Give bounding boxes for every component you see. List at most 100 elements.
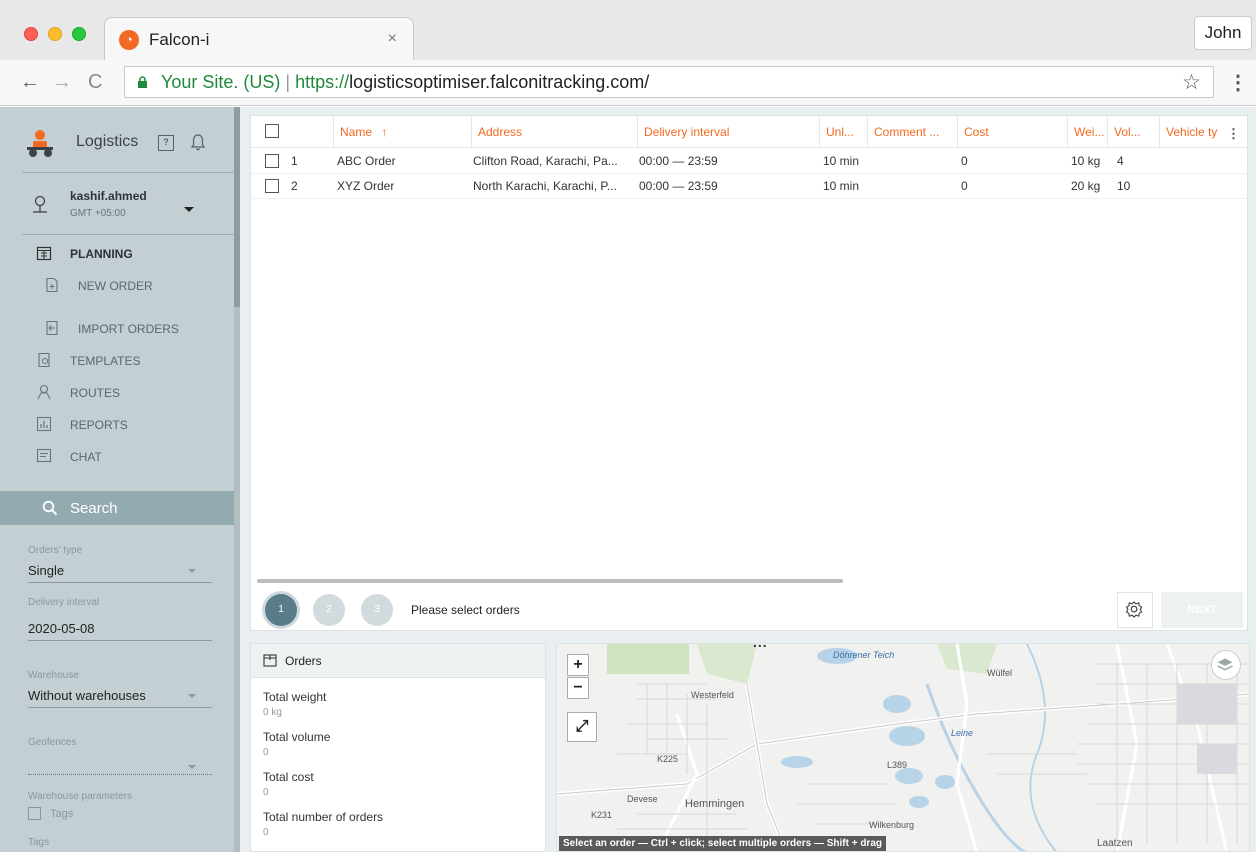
- zoom-out-button[interactable]: −: [567, 677, 589, 699]
- layers-icon: [1217, 658, 1233, 671]
- window-close-button[interactable]: [24, 27, 38, 41]
- row-checkbox[interactable]: [265, 154, 279, 168]
- order-weight: 10 kg: [1071, 154, 1101, 168]
- map-label: K231: [591, 810, 613, 820]
- order-address: North Karachi, Karachi, P...: [473, 179, 617, 193]
- column-header-weight[interactable]: Wei...: [1067, 116, 1107, 148]
- bookmark-star-icon[interactable]: ☆: [1182, 70, 1201, 95]
- column-header-delivery-interval[interactable]: Delivery interval: [637, 116, 819, 148]
- filter-label: Warehouse parameters: [28, 791, 133, 802]
- sidebar-item-label: CHAT: [70, 450, 102, 464]
- tab-close-icon[interactable]: ×: [388, 30, 397, 48]
- table-row[interactable]: 1 ABC Order Clifton Road, Karachi, Pa...…: [251, 149, 1247, 174]
- help-icon[interactable]: ?: [158, 135, 174, 151]
- table-horizontal-scrollbar[interactable]: [257, 579, 843, 583]
- map-layers-button[interactable]: [1211, 650, 1241, 680]
- map-resize-handle[interactable]: ...: [753, 644, 768, 650]
- map-label: L389: [887, 760, 908, 770]
- column-menu-icon[interactable]: ⋮: [1227, 126, 1240, 142]
- chevron-down-icon: [188, 765, 196, 769]
- table-row[interactable]: 2 XYZ Order North Karachi, Karachi, P...…: [251, 174, 1247, 199]
- column-header-name[interactable]: Name ↑: [333, 116, 471, 148]
- bell-icon[interactable]: [189, 133, 207, 151]
- zoom-in-button[interactable]: +: [567, 654, 589, 676]
- map-label: Laatzen: [1097, 838, 1133, 849]
- filter-value: 2020-05-08: [28, 621, 95, 636]
- map-label: Leine: [951, 728, 974, 738]
- order-volume: 4: [1117, 154, 1124, 168]
- search-label: Search: [70, 500, 118, 517]
- order-unload: 10 min: [823, 154, 860, 168]
- fullscreen-button[interactable]: ⤢: [567, 712, 597, 742]
- orders-summary-header: Orders: [251, 644, 545, 678]
- search-icon: [42, 500, 58, 516]
- chevron-down-icon: [188, 694, 196, 698]
- gear-icon: [1125, 601, 1143, 618]
- map-label: Döhrener Teich: [833, 650, 895, 660]
- browser-tab[interactable]: ◔ Falcon-i ×: [104, 17, 414, 60]
- sort-arrow-icon: ↑: [381, 125, 388, 139]
- warehouse-select[interactable]: Without warehouses: [28, 686, 212, 708]
- url-text: Your Site. (US) | https://logisticsoptim…: [161, 72, 649, 93]
- column-header-volume[interactable]: Vol...: [1107, 116, 1159, 148]
- column-header-cost[interactable]: Cost: [957, 116, 1067, 148]
- orders-type-filter[interactable]: Orders' type Single: [28, 545, 212, 583]
- column-header-unload[interactable]: Unl...: [819, 116, 867, 148]
- step-2-button[interactable]: 2: [313, 594, 345, 626]
- step-message: Please select orders: [411, 603, 520, 617]
- row-checkbox[interactable]: [265, 179, 279, 193]
- warehouse-filter[interactable]: Warehouse Without warehouses: [28, 670, 212, 708]
- tags-checkbox[interactable]: [28, 807, 41, 820]
- next-button[interactable]: NEXT: [1161, 592, 1243, 628]
- order-interval: 00:00 — 23:59: [639, 179, 718, 193]
- profile-button[interactable]: John: [1194, 16, 1252, 50]
- tags-checkbox-row[interactable]: Tags: [28, 807, 212, 825]
- sidebar-item-label: REPORTS: [70, 418, 128, 432]
- stat-label: Total cost: [263, 770, 314, 784]
- select-all-checkbox[interactable]: [265, 124, 279, 138]
- geofences-filter[interactable]: Geofences: [28, 737, 212, 775]
- delivery-date-field[interactable]: 2020-05-08: [28, 619, 212, 641]
- url-protocol: https://: [295, 72, 350, 92]
- map[interactable]: ... + − ⤢ Döhrener Teich Wülfel Westerfe…: [556, 643, 1250, 852]
- order-unload: 10 min: [823, 179, 860, 193]
- settings-button[interactable]: [1117, 592, 1153, 628]
- column-header-vehicle-type[interactable]: Vehicle ty: [1159, 116, 1221, 148]
- map-label: K225: [657, 754, 679, 764]
- url-input[interactable]: Your Site. (US) | https://logisticsoptim…: [124, 66, 1214, 98]
- column-header-address[interactable]: Address: [471, 116, 637, 148]
- filter-label: Orders' type: [28, 545, 83, 556]
- step-1-button[interactable]: 1: [265, 594, 297, 626]
- search-button[interactable]: Search: [0, 491, 234, 525]
- url-separator: |: [285, 72, 291, 92]
- secure-site-label: Your Site. (US): [161, 72, 281, 92]
- order-address: Clifton Road, Karachi, Pa...: [473, 154, 618, 168]
- step-3-button[interactable]: 3: [361, 594, 393, 626]
- user-selector[interactable]: kashif.ahmed GMT +05:00: [22, 185, 236, 235]
- map-label: Wülfel: [987, 668, 1013, 678]
- lock-icon: [138, 76, 147, 88]
- back-button[interactable]: ←: [20, 71, 40, 94]
- forward-button[interactable]: →: [52, 71, 72, 94]
- window-maximize-button[interactable]: [72, 27, 86, 41]
- scooter-logo-icon: [27, 130, 53, 157]
- sidebar: Logistics ? kashif.ahmed GMT +05:00 PLAN…: [0, 107, 240, 852]
- delivery-interval-filter[interactable]: Delivery interval 2020-05-08: [28, 597, 212, 641]
- window-minimize-button[interactable]: [48, 27, 62, 41]
- map-label: Wilkenburg: [869, 820, 915, 830]
- geofences-select[interactable]: [28, 753, 212, 775]
- reload-button[interactable]: C: [88, 71, 102, 94]
- column-header-comment[interactable]: Comment ...: [867, 116, 957, 148]
- wizard-steps: 1 2 3 Please select orders NEXT: [251, 590, 1247, 630]
- add-document-icon: [46, 277, 58, 293]
- route-icon: [37, 384, 51, 400]
- browser-menu-icon[interactable]: ⋮: [1228, 70, 1248, 95]
- total-weight-stat: Total weight 0 kg: [263, 690, 326, 718]
- tab-title: Falcon-i: [149, 30, 210, 49]
- orders-table: Name ↑ Address Delivery interval Unl... …: [250, 115, 1248, 631]
- filter-value: Without warehouses: [28, 688, 146, 703]
- orders-type-select[interactable]: Single: [28, 561, 212, 583]
- chevron-down-icon[interactable]: [184, 207, 194, 212]
- row-number: 1: [291, 154, 298, 168]
- stat-label: Total number of orders: [263, 810, 384, 824]
